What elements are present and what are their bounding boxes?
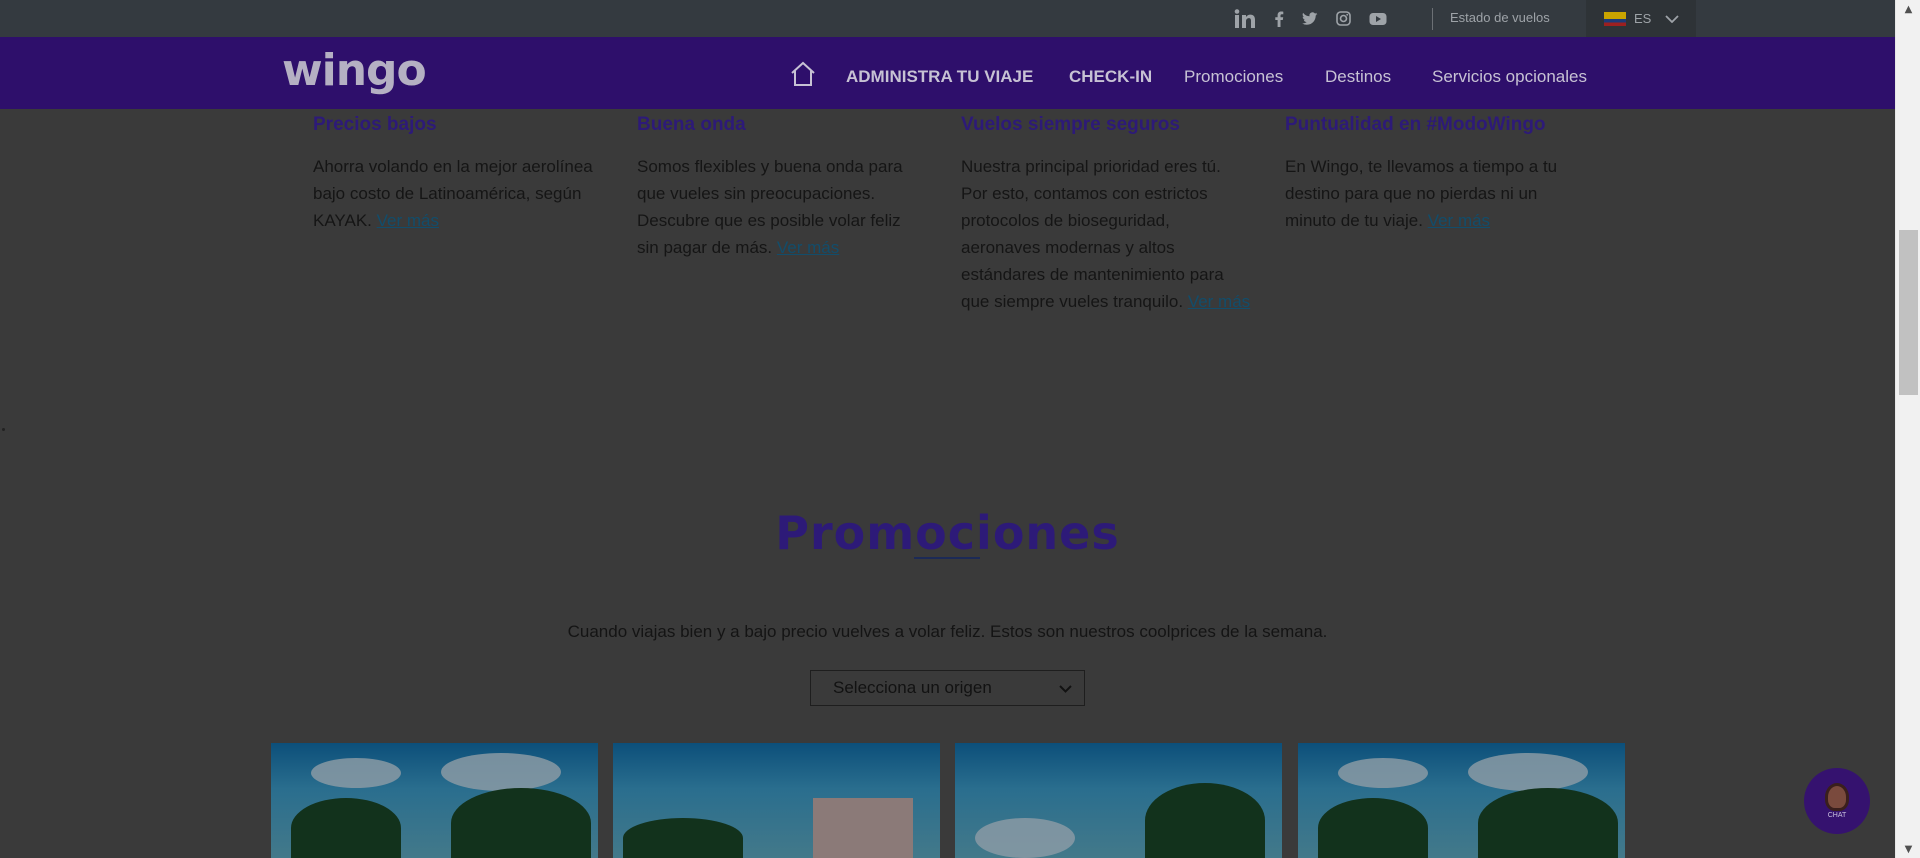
ver-mas-link[interactable]: Ver más — [1188, 292, 1250, 311]
feature-text: En Wingo, te llevamos a tiempo a tu dest… — [1285, 157, 1558, 230]
promotions-subtitle: Cuando viajas bien y a bajo precio vuelv… — [567, 622, 1328, 641]
chat-label: CHAT — [1827, 812, 1847, 819]
facebook-icon[interactable] — [1274, 11, 1284, 27]
chevron-down-icon — [1059, 678, 1072, 698]
instagram-icon[interactable] — [1336, 11, 1351, 26]
scroll-up-arrow-icon[interactable]: ▲ — [1896, 0, 1920, 18]
card-cloud — [975, 818, 1075, 858]
card-palm — [291, 798, 401, 858]
feature-precios-bajos: Precios bajos Ahorra volando en la mejor… — [313, 114, 603, 234]
wingo-logo[interactable]: wingo — [282, 45, 427, 96]
feature-text: Ahorra volando en la mejor aerolínea baj… — [313, 157, 593, 230]
chat-button[interactable]: CHAT — [1804, 768, 1870, 834]
feature-title: Precios bajos — [313, 114, 437, 135]
top-utility-bar: Estado de vuelos ES — [0, 0, 1895, 37]
card-cloud — [441, 753, 561, 791]
card-palm — [451, 788, 591, 858]
scroll-thumb[interactable] — [1899, 230, 1918, 395]
language-selector[interactable]: ES — [1586, 0, 1696, 37]
card-cloud — [1338, 758, 1428, 788]
card-building — [813, 798, 913, 858]
nav-destinos[interactable]: Destinos — [1325, 67, 1391, 87]
origin-select[interactable]: Selecciona un origen — [810, 670, 1085, 706]
card-palm — [1318, 798, 1428, 858]
flight-status-link[interactable]: Estado de vuelos — [1450, 10, 1550, 25]
feature-buena-onda: Buena onda Somos flexibles y buena onda … — [637, 114, 927, 261]
feature-title: Buena onda — [637, 114, 746, 135]
youtube-icon[interactable] — [1369, 12, 1387, 26]
scroll-down-arrow-icon[interactable]: ▼ — [1896, 840, 1920, 858]
ver-mas-link[interactable]: Ver más — [377, 211, 439, 230]
stray-dot — [2, 428, 5, 431]
promo-card-image[interactable] — [955, 743, 1282, 858]
feature-puntualidad: Puntualidad en #ModoWingo En Wingo, te l… — [1285, 114, 1585, 234]
twitter-icon[interactable] — [1302, 11, 1318, 26]
card-palm — [1478, 788, 1618, 858]
promo-card-image[interactable] — [613, 743, 940, 858]
vertical-scrollbar[interactable]: ▲ ▼ — [1895, 0, 1920, 858]
promotions-underline — [914, 557, 980, 559]
origin-select-value: Selecciona un origen — [833, 678, 992, 697]
main-header: wingo ADMINISTRA TU VIAJE CHECK-IN Promo… — [0, 37, 1895, 109]
card-palm — [623, 818, 743, 858]
feature-text: Nuestra principal prioridad eres tú. Por… — [961, 157, 1251, 311]
feature-title: Vuelos siempre seguros — [961, 114, 1180, 135]
chevron-down-icon — [1665, 11, 1679, 26]
feature-title: Puntualidad en #ModoWingo — [1285, 114, 1546, 135]
promo-card-image[interactable] — [271, 743, 598, 858]
card-palm — [1145, 783, 1265, 858]
social-links — [1234, 0, 1405, 37]
feature-text: Somos flexibles y buena onda para que vu… — [637, 157, 903, 257]
nav-administra-tu-viaje[interactable]: ADMINISTRA TU VIAJE — [846, 67, 1033, 87]
language-code: ES — [1634, 11, 1652, 26]
ver-mas-link[interactable]: Ver más — [777, 238, 839, 257]
chat-avatar-icon — [1825, 783, 1849, 811]
promotions-title: Promociones — [775, 506, 1120, 560]
nav-promociones[interactable]: Promociones — [1184, 67, 1283, 87]
promo-card-image[interactable] — [1298, 743, 1625, 858]
topbar-divider — [1432, 8, 1433, 30]
ver-mas-link[interactable]: Ver más — [1428, 211, 1490, 230]
home-icon[interactable] — [790, 61, 816, 87]
nav-servicios-opcionales[interactable]: Servicios opcionales — [1432, 67, 1587, 87]
nav-check-in[interactable]: CHECK-IN — [1069, 67, 1152, 87]
linkedin-icon[interactable] — [1234, 8, 1256, 29]
card-cloud — [1468, 753, 1588, 791]
card-cloud — [311, 758, 401, 788]
feature-vuelos-seguros: Vuelos siempre seguros Nuestra principal… — [961, 114, 1251, 315]
colombia-flag-icon — [1604, 11, 1626, 26]
